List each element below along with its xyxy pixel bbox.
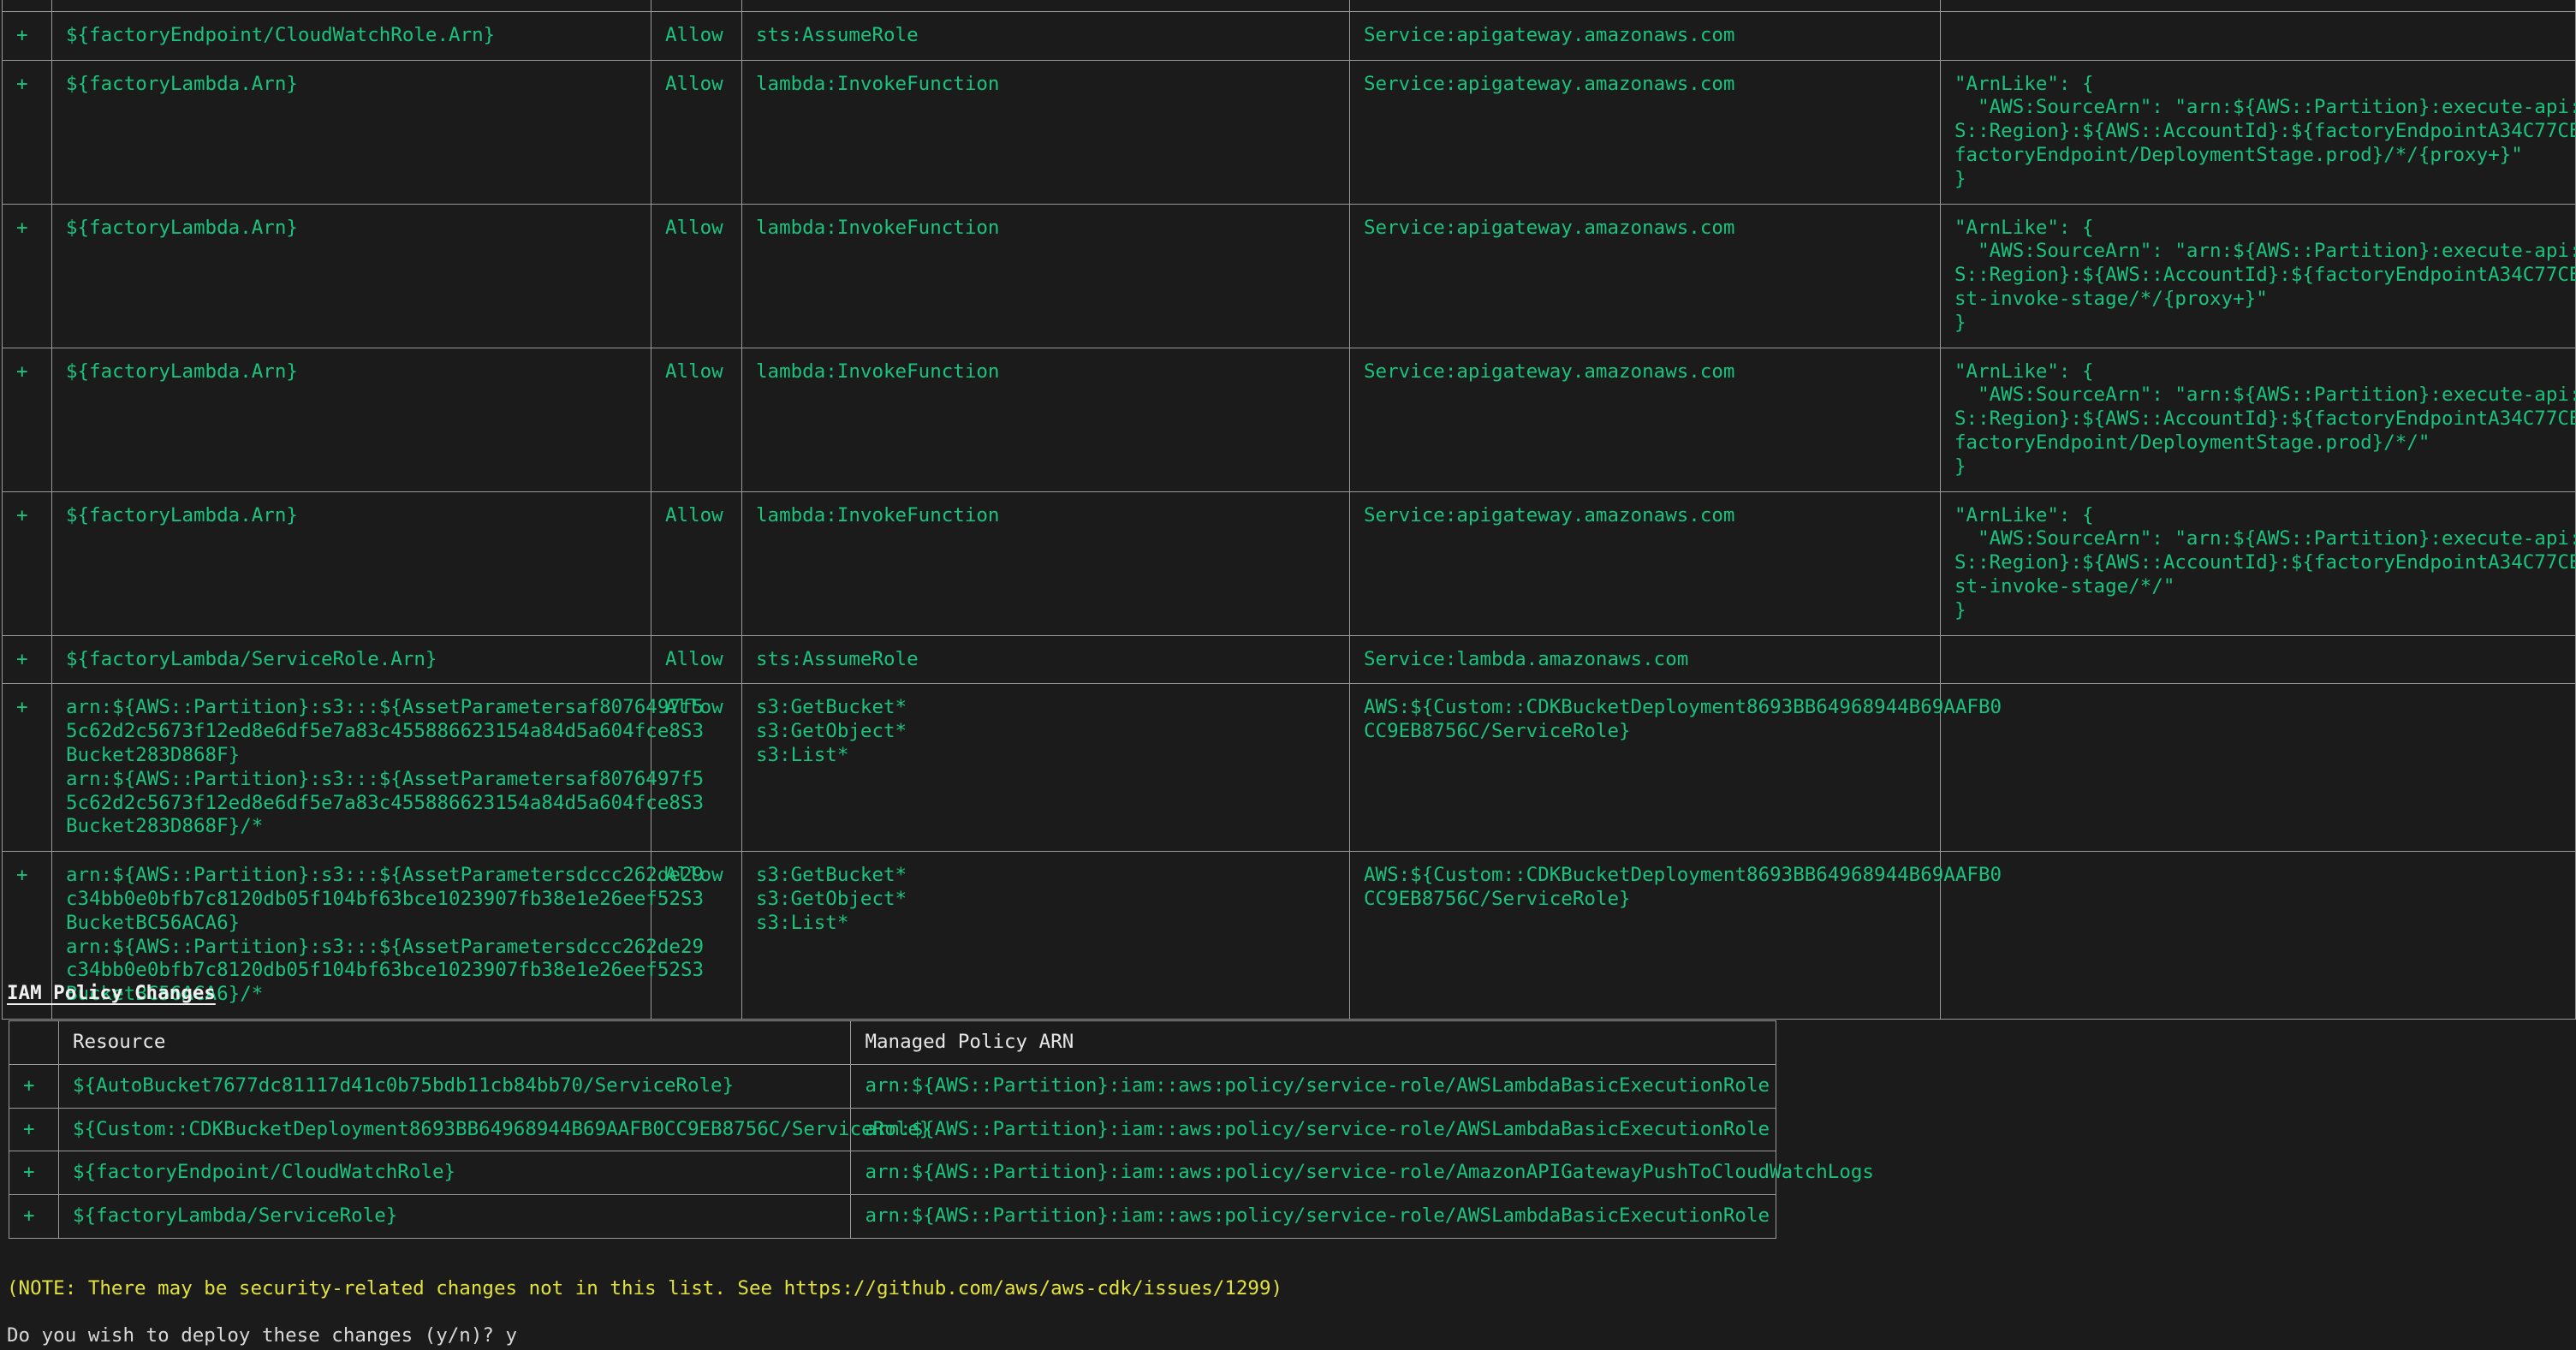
table-row: + ${factoryLambda.Arn} Allow lambda:Invo… xyxy=(3,204,2576,348)
resource-cell: ${factoryLambda/ServiceRole} xyxy=(59,1195,851,1239)
condition-cell xyxy=(1941,0,2576,11)
principal-cell xyxy=(1350,0,1941,11)
resource-cell: ${factoryLambda.Arn} xyxy=(52,491,651,635)
resource-cell: ${factoryLambda.Arn} xyxy=(52,204,651,348)
condition-cell: "ArnLike": { "AWS:SourceArn": "arn:${AWS… xyxy=(1941,491,2576,635)
resource-cell: ${factoryEndpoint/CloudWatchRole.Arn} xyxy=(52,11,651,60)
table-row: + ${factoryLambda.Arn} Allow lambda:Invo… xyxy=(3,491,2576,635)
action-cell: lambda:InvokeFunction xyxy=(742,204,1350,348)
iam-statement-table-container: } + ${factoryEndpoint/CloudWatchRole.Arn… xyxy=(0,0,2576,1020)
principal-cell: Service:apigateway.amazonaws.com xyxy=(1350,491,1941,635)
managed-policy-arn-cell: arn:${AWS::Partition}:iam::aws:policy/se… xyxy=(851,1151,1776,1195)
table-row-clipped: } xyxy=(3,0,2576,11)
table-row: + ${Custom::CDKBucketDeployment8693BB649… xyxy=(9,1108,1776,1151)
resource-cell: ${factoryLambda.Arn} xyxy=(52,60,651,204)
condition-cell xyxy=(1941,852,2576,1020)
change-marker: + xyxy=(3,204,52,348)
terminal-window: } + ${factoryEndpoint/CloudWatchRole.Arn… xyxy=(0,0,2576,1350)
condition-cell: "ArnLike": { "AWS:SourceArn": "arn:${AWS… xyxy=(1941,60,2576,204)
effect-cell: Allow xyxy=(651,491,742,635)
table-row: + ${factoryEndpoint/CloudWatchRole} arn:… xyxy=(9,1151,1776,1195)
effect-cell: Allow xyxy=(651,11,742,60)
condition-cell xyxy=(1941,635,2576,684)
column-header-change xyxy=(9,1021,59,1065)
action-cell: s3:GetBucket* s3:GetObject* s3:List* xyxy=(742,852,1350,1020)
principal-cell: Service:lambda.amazonaws.com xyxy=(1350,635,1941,684)
resource-cell xyxy=(52,0,651,11)
change-marker: + xyxy=(9,1108,59,1151)
table-row: + arn:${AWS::Partition}:s3:::${AssetPara… xyxy=(3,684,2576,852)
iam-policy-changes-heading: IAM Policy Changes xyxy=(7,982,216,1006)
principal-cell: AWS:${Custom::CDKBucketDeployment8693BB6… xyxy=(1350,852,1941,1020)
condition-cell: "ArnLike": { "AWS:SourceArn": "arn:${AWS… xyxy=(1941,204,2576,348)
managed-policy-arn-cell: arn:${AWS::Partition}:iam::aws:policy/se… xyxy=(851,1195,1776,1239)
table-row: + ${factoryLambda.Arn} Allow lambda:Invo… xyxy=(3,60,2576,204)
action-cell: sts:AssumeRole xyxy=(742,11,1350,60)
resource-cell: ${factoryLambda/ServiceRole.Arn} xyxy=(52,635,651,684)
change-marker: + xyxy=(3,635,52,684)
table-row: + ${factoryLambda.Arn} Allow lambda:Invo… xyxy=(3,348,2576,491)
resource-cell: ${factoryEndpoint/CloudWatchRole} xyxy=(59,1151,851,1195)
change-marker: + xyxy=(3,491,52,635)
action-cell: sts:AssumeRole xyxy=(742,635,1350,684)
effect-cell: Allow xyxy=(651,204,742,348)
principal-cell: Service:apigateway.amazonaws.com xyxy=(1350,60,1941,204)
resource-cell: ${factoryLambda.Arn} xyxy=(52,348,651,491)
change-marker: + xyxy=(3,684,52,852)
condition-cell: "ArnLike": { "AWS:SourceArn": "arn:${AWS… xyxy=(1941,348,2576,491)
effect-cell: Allow xyxy=(651,635,742,684)
iam-policy-changes-table-container: Resource Managed Policy ARN + ${AutoBuck… xyxy=(9,1020,1776,1239)
table-row: + ${factoryLambda/ServiceRole} arn:${AWS… xyxy=(9,1195,1776,1239)
change-marker xyxy=(3,0,52,11)
effect-cell: Allow xyxy=(651,60,742,204)
principal-cell: Service:apigateway.amazonaws.com xyxy=(1350,11,1941,60)
change-marker: + xyxy=(9,1195,59,1239)
change-marker: + xyxy=(9,1064,59,1108)
change-marker: + xyxy=(9,1151,59,1195)
action-cell: s3:GetBucket* s3:GetObject* s3:List* xyxy=(742,684,1350,852)
security-note: (NOTE: There may be security-related cha… xyxy=(7,1277,1282,1301)
table-row: + ${AutoBucket7677dc81117d41c0b75bdb11cb… xyxy=(9,1064,1776,1108)
effect-cell xyxy=(651,0,742,11)
managed-policy-arn-cell: arn:${AWS::Partition}:iam::aws:policy/se… xyxy=(851,1108,1776,1151)
action-cell: lambda:InvokeFunction xyxy=(742,491,1350,635)
action-cell: } xyxy=(742,0,1350,11)
condition-cell xyxy=(1941,11,2576,60)
action-cell: lambda:InvokeFunction xyxy=(742,60,1350,204)
action-cell: lambda:InvokeFunction xyxy=(742,348,1350,491)
iam-policy-changes-table-head: Resource Managed Policy ARN xyxy=(9,1021,1776,1065)
table-row: + ${factoryEndpoint/CloudWatchRole.Arn} … xyxy=(3,11,2576,60)
resource-cell: ${AutoBucket7677dc81117d41c0b75bdb11cb84… xyxy=(59,1064,851,1108)
resource-cell: ${Custom::CDKBucketDeployment8693BB64968… xyxy=(59,1108,851,1151)
table-header-row: Resource Managed Policy ARN xyxy=(9,1021,1776,1065)
iam-statement-table: } + ${factoryEndpoint/CloudWatchRole.Arn… xyxy=(2,0,2576,1020)
table-row: + arn:${AWS::Partition}:s3:::${AssetPara… xyxy=(3,852,2576,1020)
column-header-managed-policy-arn: Managed Policy ARN xyxy=(851,1021,1776,1065)
change-marker: + xyxy=(3,60,52,204)
managed-policy-arn-cell: arn:${AWS::Partition}:iam::aws:policy/se… xyxy=(851,1064,1776,1108)
column-header-resource: Resource xyxy=(59,1021,851,1065)
iam-statement-table-body: } + ${factoryEndpoint/CloudWatchRole.Arn… xyxy=(3,0,2576,1019)
condition-cell xyxy=(1941,684,2576,852)
change-marker: + xyxy=(3,348,52,491)
table-row: + ${factoryLambda/ServiceRole.Arn} Allow… xyxy=(3,635,2576,684)
iam-policy-changes-table-body: + ${AutoBucket7677dc81117d41c0b75bdb11cb… xyxy=(9,1064,1776,1238)
deploy-confirmation-prompt[interactable]: Do you wish to deploy these changes (y/n… xyxy=(7,1324,517,1348)
resource-cell: arn:${AWS::Partition}:s3:::${AssetParame… xyxy=(52,684,651,852)
effect-cell: Allow xyxy=(651,348,742,491)
principal-cell: Service:apigateway.amazonaws.com xyxy=(1350,348,1941,491)
principal-cell: AWS:${Custom::CDKBucketDeployment8693BB6… xyxy=(1350,684,1941,852)
change-marker: + xyxy=(3,11,52,60)
iam-policy-changes-table: Resource Managed Policy ARN + ${AutoBuck… xyxy=(9,1020,1776,1239)
principal-cell: Service:apigateway.amazonaws.com xyxy=(1350,204,1941,348)
